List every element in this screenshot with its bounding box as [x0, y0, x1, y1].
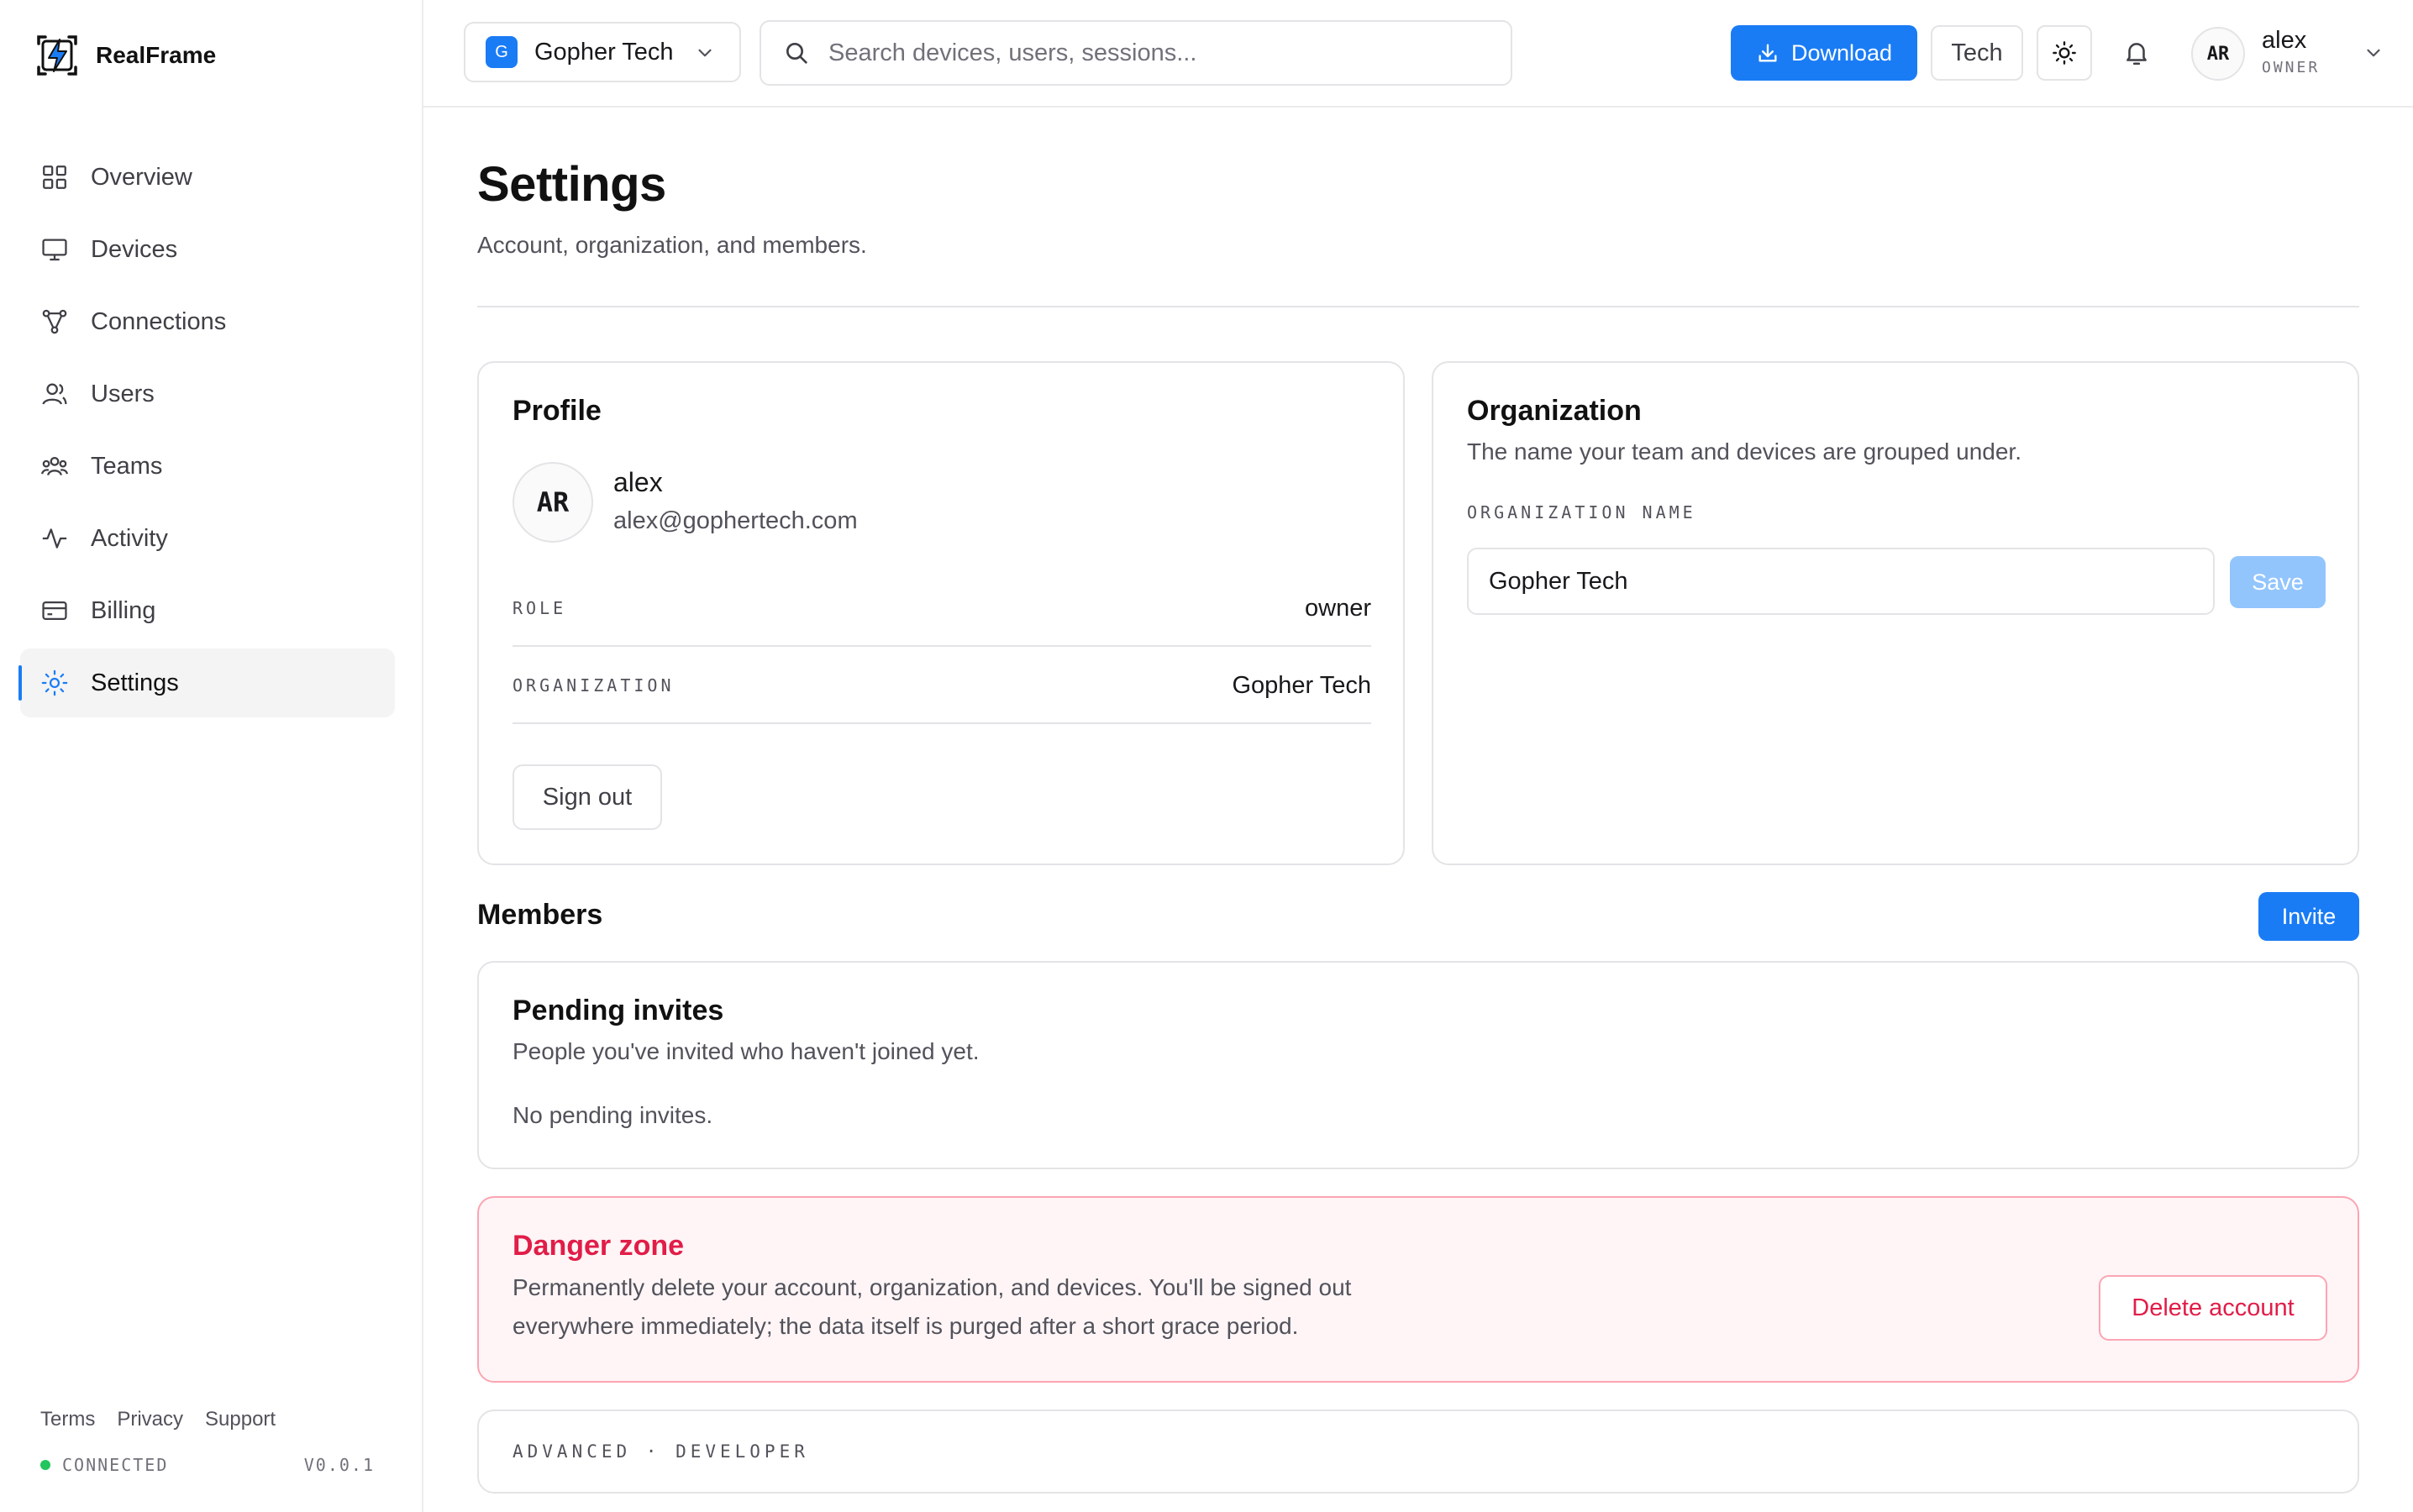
top-bar: G Gopher Tech Download Tech AR alex OWNE…	[423, 0, 2413, 108]
organization-name-field[interactable]	[1467, 548, 2215, 615]
user-menu[interactable]: AR alex OWNER	[2191, 24, 2384, 84]
save-label: Save	[2252, 569, 2304, 595]
sidebar-item-settings[interactable]: Settings	[18, 648, 395, 717]
pending-invites-empty: No pending invites.	[513, 1102, 713, 1128]
brand[interactable]: RealFrame	[34, 32, 216, 79]
save-button[interactable]: Save	[2230, 556, 2326, 608]
advanced-developer-section[interactable]: ADVANCED · DEVELOPER	[477, 1410, 2359, 1494]
sun-icon	[2053, 41, 2076, 65]
profile-email: alex@gophertech.com	[613, 507, 858, 534]
download-label: Download	[1790, 39, 1893, 66]
sidebar-item-overview[interactable]: Overview	[20, 143, 395, 212]
pending-invites-title: Pending invites	[513, 995, 724, 1026]
user-name: alex	[2262, 27, 2307, 54]
users-icon	[40, 452, 69, 480]
download-button[interactable]: Download	[1731, 25, 1917, 81]
organization-card: Organization The name your team and devi…	[1432, 361, 2359, 865]
invite-button[interactable]: Invite	[2258, 892, 2359, 941]
organization-description: The name your team and devices are group…	[1467, 438, 2021, 465]
user-icon	[40, 380, 69, 408]
role-row: ROLE owner	[513, 571, 1371, 647]
delete-account-label: Delete account	[2132, 1294, 2295, 1321]
delete-account-button[interactable]: Delete account	[2099, 1275, 2327, 1341]
pending-invites-card: Pending invites People you've invited wh…	[477, 961, 2359, 1169]
page-subtitle: Account, organization, and members.	[477, 232, 867, 258]
pending-invites-description: People you've invited who haven't joined…	[513, 1038, 980, 1064]
credit-card-icon	[40, 596, 69, 625]
role-label: ROLE	[513, 598, 567, 618]
avatar: AR	[2191, 27, 2245, 81]
members-title: Members	[477, 899, 603, 931]
monitor-icon	[40, 235, 69, 264]
sidebar-item-billing[interactable]: Billing	[20, 576, 395, 645]
support-link[interactable]: Support	[205, 1408, 276, 1431]
sign-out-button[interactable]: Sign out	[513, 764, 662, 830]
org-switcher[interactable]: G Gopher Tech	[464, 22, 741, 82]
organization-name-label: ORGANIZATION NAME	[1467, 502, 1696, 522]
profile-title: Profile	[513, 395, 602, 427]
sidebar-item-teams[interactable]: Teams	[20, 432, 395, 501]
profile-card: Profile AR alex alex@gophertech.com ROLE…	[477, 361, 1405, 865]
privacy-link[interactable]: Privacy	[117, 1408, 183, 1431]
download-icon	[1758, 44, 1777, 62]
search-input[interactable]	[828, 39, 1484, 67]
search-box	[760, 20, 1512, 86]
bolt-logo-icon	[37, 35, 77, 76]
brand-name: RealFrame	[96, 42, 217, 68]
footer-links: Terms Privacy Support	[40, 1408, 276, 1431]
version-text: V0.0.1	[303, 1455, 375, 1475]
search-icon	[786, 43, 807, 64]
user-role: OWNER	[2262, 59, 2321, 76]
sidebar-item-label: Activity	[91, 524, 168, 552]
grid-icon	[40, 163, 69, 192]
org-switcher-label: Gopher Tech	[534, 38, 674, 66]
sidebar-item-activity[interactable]: Activity	[20, 504, 395, 573]
tech-label: Tech	[1951, 39, 2003, 66]
sidebar-item-label: Teams	[91, 452, 163, 480]
tech-button[interactable]: Tech	[1931, 25, 2023, 81]
organization-row: ORGANIZATION Gopher Tech	[513, 648, 1371, 724]
sidebar-item-label: Settings	[91, 669, 179, 696]
avatar: AR	[513, 462, 593, 543]
settings-icon	[40, 669, 69, 697]
page-title: Settings	[477, 157, 666, 212]
connection-status: CONNECTED V0.0.1	[40, 1455, 375, 1475]
divider	[477, 306, 2359, 307]
profile-name: alex	[613, 467, 663, 497]
sidebar-item-label: Billing	[91, 596, 156, 624]
organization-label: ORGANIZATION	[513, 675, 675, 696]
terms-link[interactable]: Terms	[40, 1408, 95, 1431]
sidebar-item-devices[interactable]: Devices	[20, 215, 395, 284]
theme-toggle-button[interactable]	[2037, 25, 2092, 81]
danger-zone-description: Permanently delete your account, organiz…	[513, 1274, 1352, 1339]
organization-value: Gopher Tech	[1232, 671, 1371, 699]
invite-label: Invite	[2281, 903, 2337, 929]
status-dot-icon	[40, 1460, 50, 1470]
sign-out-label: Sign out	[542, 783, 633, 811]
advanced-developer-label: ADVANCED · DEVELOPER	[513, 1441, 809, 1462]
status-text: CONNECTED	[62, 1455, 169, 1475]
sidebar-nav: Overview Devices Connections Users Teams	[18, 143, 395, 721]
activity-icon	[40, 524, 69, 553]
bell-icon	[2126, 43, 2147, 66]
sidebar-item-users[interactable]: Users	[20, 360, 395, 428]
org-badge: G	[486, 36, 518, 68]
chevron-down-icon	[2367, 49, 2380, 57]
organization-title: Organization	[1467, 395, 1642, 427]
sidebar-item-connections[interactable]: Connections	[20, 287, 395, 356]
sidebar-item-label: Overview	[91, 163, 192, 191]
sidebar-item-label: Users	[91, 380, 155, 407]
chevron-down-icon	[698, 49, 712, 57]
sidebar-item-label: Devices	[91, 235, 178, 263]
danger-zone-card: Danger zone Permanently delete your acco…	[477, 1196, 2359, 1383]
notifications-button[interactable]	[2109, 25, 2164, 81]
role-value: owner	[1305, 594, 1371, 622]
sidebar: RealFrame Overview Devices Connections U…	[0, 0, 423, 1512]
network-icon	[40, 307, 69, 336]
danger-zone-title: Danger zone	[513, 1230, 685, 1262]
sidebar-item-label: Connections	[91, 307, 227, 335]
